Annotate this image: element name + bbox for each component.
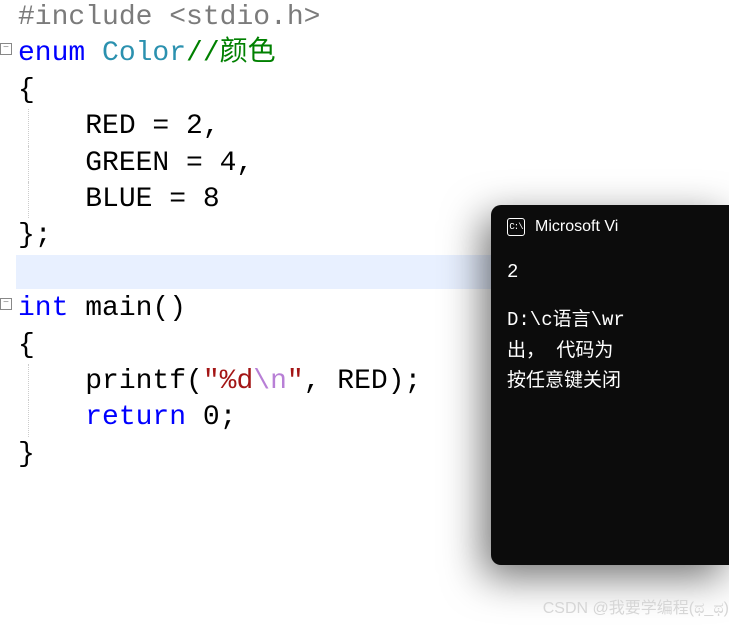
terminal-icon: C:\	[507, 218, 525, 236]
func-call: printf	[18, 366, 186, 397]
indent-guide	[28, 146, 29, 182]
keyword-int: int	[18, 293, 68, 324]
terminal-output: 2	[507, 257, 715, 287]
code-line: RED = 2,	[0, 109, 729, 145]
terminal-title: Microsoft Vi	[535, 218, 618, 236]
indent-guide	[28, 182, 29, 218]
comment: //颜色	[186, 38, 276, 69]
terminal-titlebar[interactable]: C:\ Microsoft Vi	[491, 205, 729, 249]
fold-toggle-icon[interactable]: −	[0, 43, 12, 55]
type-name: Color	[85, 38, 186, 69]
terminal-window[interactable]: C:\ Microsoft Vi 2 D:\c语言\wr 出， 代码为 按任意键…	[491, 205, 729, 565]
indent-guide	[28, 400, 29, 436]
terminal-prompt: 按任意键关闭	[507, 366, 715, 396]
include-path: <stdio.h>	[169, 2, 320, 33]
code-line: {	[0, 73, 729, 109]
watermark: CSDN @我要学编程(ಥ_ಥ)	[543, 594, 729, 618]
code-line: #include <stdio.h>	[0, 0, 729, 36]
terminal-path: D:\c语言\wr	[507, 305, 715, 335]
terminal-exit: 出， 代码为	[507, 336, 715, 366]
spacer	[507, 287, 715, 305]
code-line: −enum Color//颜色	[0, 36, 729, 72]
fold-toggle-icon[interactable]: −	[0, 298, 12, 310]
indent-guide	[28, 364, 29, 400]
function-main: main()	[68, 293, 186, 324]
preprocessor-directive: #include	[18, 2, 169, 33]
keyword-enum: enum	[18, 38, 85, 69]
code-line: GREEN = 4,	[0, 146, 729, 182]
terminal-body[interactable]: 2 D:\c语言\wr 出， 代码为 按任意键关闭	[491, 249, 729, 405]
indent-guide	[28, 109, 29, 145]
keyword-return: return	[18, 402, 186, 433]
